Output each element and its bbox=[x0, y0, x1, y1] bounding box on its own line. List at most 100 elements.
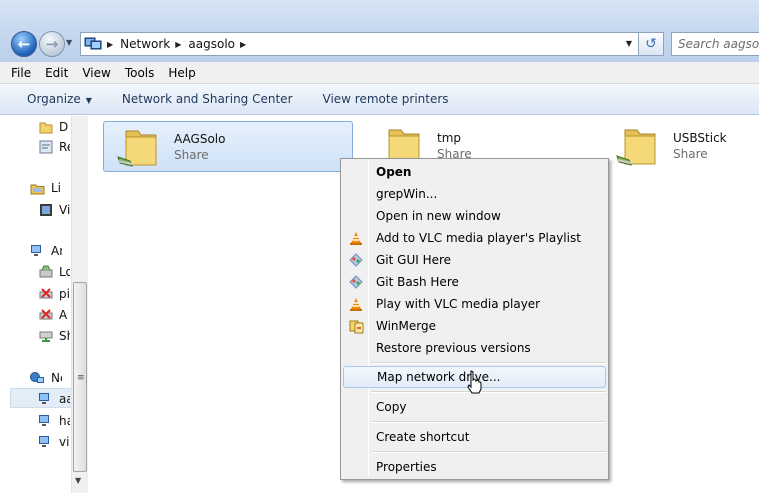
share-tile-aagsolo[interactable]: AAGSolo Share bbox=[103, 121, 353, 172]
menu-item-restore-previous-versions[interactable]: Restore previous versions bbox=[343, 337, 606, 359]
menu-separator bbox=[371, 421, 606, 423]
git-icon bbox=[343, 271, 369, 293]
nav-item-local-disk[interactable]: Lo bbox=[38, 263, 70, 281]
mouse-pointer-icon bbox=[467, 370, 482, 394]
scroll-down-arrow-icon[interactable]: ▼ bbox=[75, 476, 81, 485]
breadcrumb-network[interactable]: Network bbox=[120, 37, 170, 51]
nav-item-label: Ani bbox=[51, 244, 62, 258]
refresh-icon: ↺ bbox=[645, 36, 657, 52]
menu-separator bbox=[371, 451, 606, 453]
breadcrumb-separator-icon[interactable]: ▶ bbox=[175, 40, 181, 49]
menu-separator bbox=[371, 391, 606, 393]
nav-item-disconnected-drive-1[interactable]: pi bbox=[38, 285, 70, 303]
network-drive-icon bbox=[38, 329, 53, 343]
nav-item-label: Vi bbox=[59, 203, 70, 217]
menu-item-vlc-add-playlist[interactable]: Add to VLC media player's Playlist bbox=[343, 227, 606, 249]
menu-item-label: Git Bash Here bbox=[376, 275, 459, 289]
nav-item-host-2[interactable]: ha bbox=[38, 412, 70, 430]
menu-item-git-gui[interactable]: Git GUI Here bbox=[343, 249, 606, 271]
menu-item-winmerge[interactable]: WinMerge bbox=[343, 315, 606, 337]
winmerge-icon bbox=[343, 315, 369, 337]
nav-item-aagsolo[interactable]: aa bbox=[38, 390, 70, 408]
folder-icon bbox=[38, 120, 53, 134]
breadcrumb-separator-icon[interactable]: ▶ bbox=[240, 40, 246, 49]
view-remote-printers-button[interactable]: View remote printers bbox=[323, 92, 449, 106]
menu-item-properties[interactable]: Properties bbox=[343, 456, 606, 478]
context-menu: Open grepWin... Open in new window Add t… bbox=[340, 158, 609, 480]
share-type: Share bbox=[174, 148, 209, 162]
menu-item-vlc-play[interactable]: Play with VLC media player bbox=[343, 293, 606, 315]
share-name: AAGSolo bbox=[174, 132, 226, 146]
nav-scrollbar[interactable]: ≡ ▼ bbox=[71, 116, 88, 493]
nav-item-label: Net bbox=[51, 371, 62, 385]
back-button[interactable]: ← bbox=[11, 31, 37, 57]
nav-item-disconnected-drive-2[interactable]: A bbox=[38, 306, 70, 324]
organize-button[interactable]: Organize ▼ bbox=[27, 92, 92, 106]
nav-item-downloads[interactable]: D bbox=[38, 118, 70, 136]
nav-item-label: D bbox=[59, 120, 69, 134]
network-icon bbox=[84, 37, 102, 50]
menu-help[interactable]: Help bbox=[161, 66, 202, 80]
nav-item-label: Lo bbox=[59, 265, 70, 279]
chevron-down-icon: ▼ bbox=[85, 96, 92, 105]
nav-item-label: Libr bbox=[51, 181, 62, 195]
nav-item-label: aa bbox=[59, 392, 70, 406]
menu-item-open[interactable]: Open bbox=[343, 161, 606, 183]
nav-item-label: pi bbox=[59, 287, 70, 301]
menu-bar: File Edit View Tools Help bbox=[0, 62, 759, 84]
nav-item-label: Re bbox=[59, 140, 70, 154]
video-library-icon bbox=[38, 203, 53, 217]
scroll-grip-icon: ≡ bbox=[77, 373, 85, 383]
disconnected-drive-icon bbox=[38, 308, 53, 322]
nav-item-recent-places[interactable]: Re bbox=[38, 138, 70, 156]
menu-view[interactable]: View bbox=[75, 66, 117, 80]
nav-item-label: vi bbox=[59, 435, 70, 449]
scrollbar-thumb[interactable]: ≡ bbox=[73, 282, 87, 472]
nav-item-videos[interactable]: Vi bbox=[38, 201, 70, 219]
menu-item-open-new-window[interactable]: Open in new window bbox=[343, 205, 606, 227]
refresh-button[interactable]: ↺ bbox=[639, 32, 664, 56]
menu-item-label: Open bbox=[376, 165, 412, 179]
vlc-cone-icon bbox=[343, 293, 369, 315]
computer-icon bbox=[38, 414, 53, 428]
nav-item-libraries[interactable]: Libr bbox=[30, 179, 62, 197]
menu-item-grepwin[interactable]: grepWin... bbox=[343, 183, 606, 205]
menu-item-label: Git GUI Here bbox=[376, 253, 452, 267]
breadcrumb-aagsolo[interactable]: aagsolo bbox=[188, 37, 235, 51]
share-tile-usbstick[interactable]: USBStick Share bbox=[603, 121, 753, 172]
disconnected-drive-icon bbox=[38, 287, 53, 301]
menu-item-create-shortcut[interactable]: Create shortcut bbox=[343, 426, 606, 448]
menu-item-label: Copy bbox=[376, 400, 407, 414]
menu-item-label: grepWin... bbox=[376, 187, 438, 201]
menu-file[interactable]: File bbox=[0, 66, 38, 80]
shared-folder-icon bbox=[117, 130, 157, 167]
menu-item-git-bash[interactable]: Git Bash Here bbox=[343, 271, 606, 293]
menu-separator bbox=[371, 362, 606, 364]
menu-item-label: WinMerge bbox=[376, 319, 436, 333]
forward-button[interactable]: → bbox=[39, 31, 65, 57]
menu-item-label: Play with VLC media player bbox=[376, 297, 541, 311]
menu-item-label: Add to VLC media player's Playlist bbox=[376, 231, 581, 245]
address-dropdown-icon[interactable]: ▼ bbox=[626, 39, 632, 48]
title-bar: ← → ▼ ▶ Network ▶ aagsolo ▶ ▼ ↺ Search a… bbox=[0, 0, 759, 62]
menu-item-copy[interactable]: Copy bbox=[343, 396, 606, 418]
address-bar[interactable]: ▶ Network ▶ aagsolo ▶ ▼ bbox=[80, 32, 639, 56]
breadcrumb-separator-icon[interactable]: ▶ bbox=[107, 40, 113, 49]
menu-item-label: Create shortcut bbox=[376, 430, 470, 444]
nav-item-host-3[interactable]: vi bbox=[38, 433, 70, 451]
menu-tools[interactable]: Tools bbox=[118, 66, 162, 80]
shared-folder-icon bbox=[616, 129, 656, 166]
organize-label: Organize bbox=[27, 92, 81, 106]
menu-edit[interactable]: Edit bbox=[38, 66, 75, 80]
share-type: Share bbox=[673, 147, 708, 161]
menu-item-label: Restore previous versions bbox=[376, 341, 531, 355]
nav-item-network[interactable]: Net bbox=[30, 369, 62, 387]
nav-item-network-share[interactable]: Sh bbox=[38, 327, 70, 345]
nav-item-label: A bbox=[59, 308, 68, 322]
nav-item-homegroup[interactable]: Ani bbox=[30, 242, 62, 260]
command-bar: Organize ▼ Network and Sharing Center Vie… bbox=[0, 84, 759, 115]
recent-pages-chevron-icon[interactable]: ▼ bbox=[66, 38, 72, 47]
vlc-cone-icon bbox=[343, 227, 369, 249]
network-sharing-center-button[interactable]: Network and Sharing Center bbox=[122, 92, 293, 106]
search-input[interactable]: Search aagsolo bbox=[671, 32, 759, 56]
